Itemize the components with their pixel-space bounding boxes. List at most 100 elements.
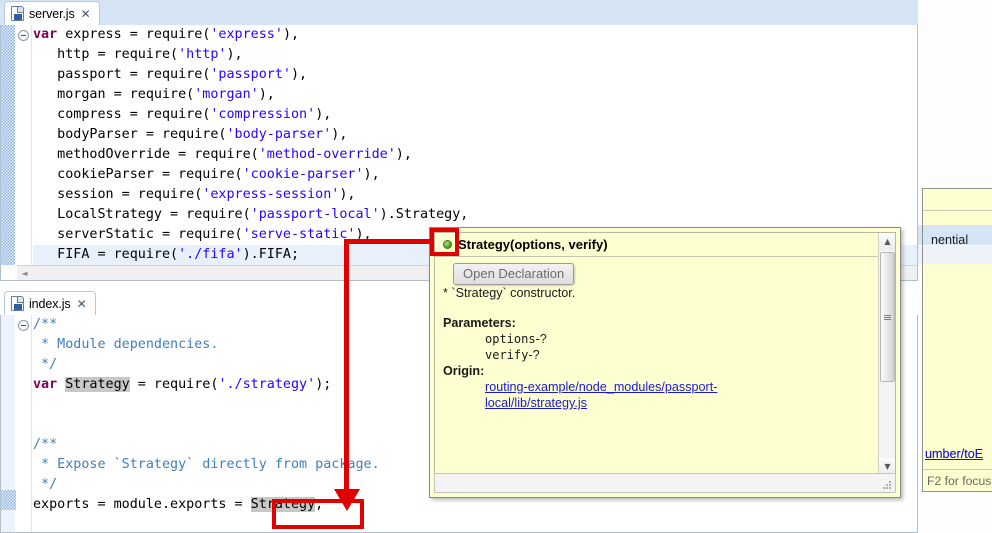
javadoc-origin-link-row[interactable]: routing-example/node_modules/passport- — [443, 379, 870, 395]
eclipse-workbench: nential umber/toE F2 for focus nential u… — [0, 0, 992, 533]
close-icon[interactable]: ✕ — [77, 298, 87, 310]
scroll-up-icon[interactable]: ▲ — [879, 233, 896, 250]
javadoc-param-row: options-? — [443, 331, 870, 347]
tab-index-js[interactable]: index.js ✕ — [4, 291, 96, 315]
code-token: Strategy — [65, 377, 130, 392]
code-token: * Module dependencies. — [33, 337, 218, 352]
javadoc-popup-inner: Strategy(options, verify) * `Strategy` c… — [434, 232, 896, 493]
background-popup-footer-2: F2 for focus — [923, 469, 992, 491]
code-token: http = require( — [33, 47, 178, 62]
code-line[interactable]: LocalStrategy = require('passport-local'… — [33, 205, 917, 225]
annotation-box-export-symbol — [272, 499, 364, 529]
code-token: 'passport-local' — [251, 207, 380, 222]
code-line[interactable]: passport = require('passport'), — [33, 65, 917, 85]
code-token: './fifa' — [178, 247, 243, 262]
code-token: 'express' — [210, 27, 283, 42]
tab-server-js[interactable]: server.js ✕ — [4, 1, 100, 25]
code-token: ), — [331, 127, 347, 142]
code-line[interactable]: morgan = require('morgan'), — [33, 85, 917, 105]
background-popup-link-2[interactable]: umber/toE — [925, 447, 983, 461]
code-token: methodOverride = require( — [33, 147, 259, 162]
javadoc-vertical-scrollbar[interactable]: ▲ ▼ — [878, 233, 895, 475]
code-line[interactable]: session = require('express-session'), — [33, 185, 917, 205]
code-token: var — [33, 27, 57, 42]
code-token: serverStatic = require( — [33, 227, 243, 242]
tab-strip-server — [0, 0, 918, 25]
code-token: LocalStrategy = require( — [33, 207, 251, 222]
annotation-line-horizontal — [348, 239, 434, 244]
code-token: ).FIFA; — [243, 247, 299, 262]
code-line[interactable]: var express = require('express'), — [33, 25, 917, 45]
code-token: ), — [364, 167, 380, 182]
code-line[interactable]: cookieParser = require('cookie-parser'), — [33, 165, 917, 185]
code-token: var — [33, 377, 57, 392]
code-token: compress = require( — [33, 107, 210, 122]
code-token: cookieParser = require( — [33, 167, 243, 182]
code-line[interactable]: methodOverride = require('method-overrid… — [33, 145, 917, 165]
code-line[interactable]: bodyParser = require('body-parser'), — [33, 125, 917, 145]
code-token: 'method-override' — [259, 147, 396, 162]
code-token: /** — [33, 437, 57, 452]
code-token: 'body-parser' — [226, 127, 331, 142]
code-token: /** — [33, 317, 57, 332]
code-token: ); — [315, 377, 331, 392]
code-line[interactable]: http = require('http'), — [33, 45, 917, 65]
javadoc-body: * `Strategy` constructor. Parameters: op… — [435, 257, 878, 475]
js-file-icon — [11, 296, 24, 311]
code-token: passport = require( — [33, 67, 210, 82]
code-token: ).Strategy, — [380, 207, 469, 222]
code-token: ), — [227, 47, 243, 62]
code-token: */ — [33, 477, 57, 492]
param-name: verify — [485, 348, 528, 362]
fold-collapse-icon[interactable] — [18, 30, 29, 41]
index-overview-ruler[interactable] — [0, 315, 16, 533]
server-overview-ruler[interactable] — [0, 25, 16, 265]
code-token: express = require( — [57, 27, 210, 42]
index-folding-column[interactable] — [17, 315, 32, 533]
code-token: 'compression' — [210, 107, 315, 122]
annotation-line-vertical — [344, 239, 349, 504]
javadoc-origin-link-row-2[interactable]: local/lib/strategy.js — [443, 395, 870, 411]
code-token: 'http' — [178, 47, 226, 62]
origin-link-line-1[interactable]: routing-example/node_modules/passport- — [485, 380, 717, 394]
code-token: ), — [259, 87, 275, 102]
javadoc-hover-popup[interactable]: Strategy(options, verify) * `Strategy` c… — [429, 227, 901, 498]
code-token: 'morgan' — [194, 87, 259, 102]
scroll-left-icon[interactable]: ◄ — [17, 266, 32, 281]
code-token: 'passport' — [210, 67, 291, 82]
javadoc-title-text: Strategy(options, verify) — [458, 237, 608, 252]
code-token: session = require( — [33, 187, 202, 202]
code-token: 'express-session' — [202, 187, 339, 202]
code-token: * Expose `Strategy` directly from packag… — [33, 457, 380, 472]
index-ruler-marker — [0, 490, 16, 510]
param-name: options — [485, 332, 536, 346]
background-popup-frame: nential umber/toE F2 for focus — [922, 188, 992, 492]
fold-collapse-icon[interactable] — [18, 320, 29, 331]
javadoc-param-row: verify-? — [443, 347, 870, 363]
code-token: morgan = require( — [33, 87, 194, 102]
code-token: bodyParser = require( — [33, 127, 226, 142]
javadoc-origin-heading: Origin: — [443, 363, 870, 379]
code-line[interactable]: exports = module.exports = Strategy; — [33, 495, 917, 515]
background-popup-title-divider — [923, 189, 992, 211]
param-value: ? — [533, 348, 540, 362]
code-token: 'serve-static' — [243, 227, 356, 242]
js-file-icon — [11, 6, 24, 21]
code-token: = require( — [130, 377, 219, 392]
code-token: ), — [283, 27, 299, 42]
javadoc-description: * `Strategy` constructor. — [443, 285, 870, 301]
vertical-scroll-thumb[interactable] — [880, 252, 895, 382]
resize-grip-icon[interactable] — [883, 481, 892, 490]
code-token: './strategy' — [218, 377, 315, 392]
code-line[interactable]: compress = require('compression'), — [33, 105, 917, 125]
origin-link-line-2[interactable]: local/lib/strategy.js — [485, 396, 587, 410]
open-declaration-button[interactable]: Open Declaration — [453, 263, 574, 285]
close-icon[interactable]: ✕ — [81, 8, 91, 20]
code-token: */ — [33, 357, 57, 372]
javadoc-title-row: Strategy(options, verify) — [435, 233, 878, 257]
code-token: ), — [339, 187, 355, 202]
server-folding-column[interactable] — [17, 25, 32, 265]
background-popup-text-2: nential — [931, 233, 968, 247]
code-token: ), — [315, 107, 331, 122]
param-value: ? — [540, 332, 547, 346]
